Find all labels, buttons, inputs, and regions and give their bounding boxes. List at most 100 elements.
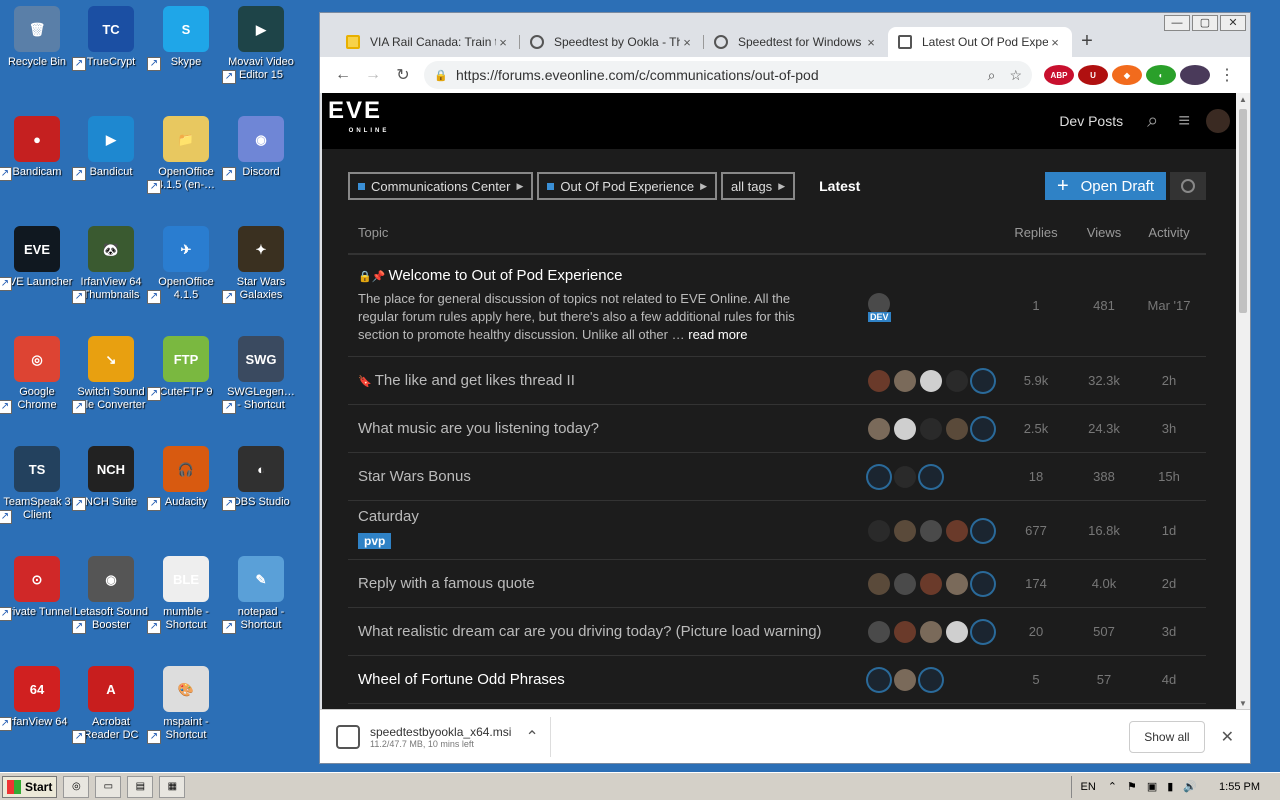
battery-tray-icon[interactable]: ▮ bbox=[1167, 780, 1173, 793]
adblock-plus-icon[interactable]: ABP bbox=[1044, 65, 1074, 85]
desktop-icon[interactable]: ↗ A Acrobat Reader DC bbox=[72, 666, 148, 744]
poster-avatar[interactable] bbox=[946, 520, 968, 542]
maximize-button[interactable]: ▢ bbox=[1192, 15, 1218, 31]
show-all-button[interactable]: Show all bbox=[1129, 720, 1205, 753]
zoom-icon[interactable]: ⌕ bbox=[988, 67, 996, 84]
desktop-icon[interactable]: ↗ 64 IrfanView 64 bbox=[0, 666, 74, 731]
poster-avatar[interactable] bbox=[894, 466, 916, 488]
breadcrumb-communications-center[interactable]: Communications Center ▶ bbox=[348, 172, 534, 200]
tray-expand-icon[interactable]: ⌃ bbox=[1108, 780, 1117, 793]
desktop-icon[interactable]: ↗ ✈ OpenOffice 4.1.5 bbox=[147, 226, 223, 304]
topic-activity[interactable]: 2h bbox=[1134, 373, 1204, 388]
tab-speedtest-ookla[interactable]: Speedtest by Ookla - The × bbox=[520, 27, 704, 57]
col-topic[interactable]: Topic bbox=[358, 225, 388, 240]
chrome-quicklaunch-icon[interactable]: ◎ bbox=[63, 775, 90, 798]
poster-avatar[interactable] bbox=[868, 520, 890, 542]
address-bar[interactable]: 🔒 https://forums.eveonline.com/c/communi… bbox=[424, 61, 1032, 89]
poster-avatar[interactable] bbox=[920, 370, 942, 392]
tab-close-icon[interactable]: × bbox=[1048, 35, 1062, 50]
url-text[interactable]: https://forums.eveonline.com/c/communica… bbox=[456, 67, 974, 83]
desktop-icon[interactable]: ↗ ◉ Letasoft Sound Booster bbox=[72, 556, 148, 634]
tab-close-icon[interactable]: × bbox=[680, 35, 694, 50]
start-button[interactable]: Start bbox=[2, 775, 58, 798]
topic-title-link[interactable]: What music are you listening today? bbox=[358, 420, 599, 437]
dev-posts-link[interactable]: Dev Posts bbox=[1059, 113, 1123, 129]
eve-online-logo[interactable]: EVE ONLINE bbox=[328, 99, 410, 141]
poster-avatar[interactable] bbox=[868, 466, 890, 488]
forward-icon[interactable]: → bbox=[358, 66, 388, 84]
desktop-icon[interactable]: ↗ ◉ Discord bbox=[222, 116, 298, 181]
desktop-icon[interactable]: ↗ 🎨 mspaint - Shortcut bbox=[147, 666, 223, 744]
desktop-icon[interactable]: ↗ ✦ Star Wars Galaxies bbox=[222, 226, 298, 304]
download-item[interactable]: speedtestbyookla_x64.msi 11.2/47.7 MB, 1… bbox=[336, 716, 551, 757]
poster-avatar[interactable] bbox=[920, 520, 942, 542]
col-views[interactable]: Views bbox=[1069, 225, 1139, 240]
topic-title-link[interactable]: What realistic dream car are you driving… bbox=[358, 623, 822, 640]
poster-avatar[interactable] bbox=[894, 669, 916, 691]
topic-activity[interactable]: 2d bbox=[1134, 576, 1204, 591]
poster-avatar[interactable] bbox=[868, 370, 890, 392]
poster-avatar[interactable] bbox=[972, 520, 994, 542]
topic-activity[interactable]: 4d bbox=[1134, 672, 1204, 687]
desktop-icon[interactable]: ↗ BLE mumble - Shortcut bbox=[147, 556, 223, 634]
tab-out-of-pod[interactable]: Latest Out Of Pod Experie × bbox=[888, 27, 1072, 57]
bookmark-star-icon[interactable]: ☆ bbox=[1009, 67, 1022, 84]
minimize-button[interactable]: — bbox=[1164, 15, 1190, 31]
back-icon[interactable]: ← bbox=[328, 66, 358, 84]
tab-close-icon[interactable]: × bbox=[864, 35, 878, 50]
search-icon[interactable]: ⌕ bbox=[1147, 110, 1158, 133]
col-activity[interactable]: Activity bbox=[1134, 225, 1204, 240]
topic-tag[interactable]: pvp bbox=[358, 533, 392, 549]
desktop-icon[interactable]: ↗ ◎ Google Chrome bbox=[0, 336, 74, 414]
topic-row[interactable]: What music are you listening today? 2.5k 2… bbox=[348, 405, 1206, 453]
scroll-up-icon[interactable]: ▲ bbox=[1236, 93, 1250, 107]
desktop-icon[interactable]: ↗ 📁 OpenOffice 4.1.5 (en-… bbox=[147, 116, 223, 194]
scroll-thumb[interactable] bbox=[1239, 109, 1247, 313]
desktop-icon[interactable]: ↗ EVE EVE Launcher bbox=[0, 226, 74, 291]
topic-title-link[interactable]: 🔒📌 Welcome to Out of Pod Experience bbox=[358, 267, 622, 284]
desktop-icon[interactable]: ↗ SWG SWGLegen… - Shortcut bbox=[222, 336, 298, 414]
desktop-icon[interactable]: ↗ TC TrueCrypt bbox=[72, 6, 148, 71]
poster-avatar[interactable] bbox=[894, 418, 916, 440]
topic-activity[interactable]: 1d bbox=[1134, 523, 1204, 538]
topic-activity[interactable]: 15h bbox=[1134, 469, 1204, 484]
extension-orange-icon[interactable]: ◆ bbox=[1112, 65, 1142, 85]
reload-icon[interactable]: ↻ bbox=[388, 65, 418, 85]
col-replies[interactable]: Replies bbox=[1001, 225, 1071, 240]
desktop-icon[interactable]: ↗ ↘ Switch Sound File Converter bbox=[72, 336, 148, 414]
topic-row[interactable]: What realistic dream car are you driving… bbox=[348, 608, 1206, 656]
breadcrumb-all-tags[interactable]: all tags ▶ bbox=[720, 172, 796, 200]
chevron-up-icon[interactable]: ⌃ bbox=[525, 727, 538, 747]
desktop-icon[interactable]: ↗ TS TeamSpeak 3 Client bbox=[0, 446, 74, 524]
topic-row[interactable]: Wheel of Fortune Odd Phrases 5 57 4d bbox=[348, 656, 1206, 704]
poster-avatar[interactable] bbox=[920, 573, 942, 595]
poster-avatar[interactable] bbox=[894, 520, 916, 542]
browser-menu-icon[interactable]: ⋮ bbox=[1212, 65, 1242, 85]
hamburger-menu-icon[interactable]: ≡ bbox=[1178, 110, 1190, 133]
poster-avatar[interactable] bbox=[972, 621, 994, 643]
ublock-icon[interactable]: U bbox=[1078, 65, 1108, 85]
read-more-link[interactable]: read more bbox=[688, 327, 747, 342]
poster-avatar[interactable] bbox=[946, 418, 968, 440]
topic-title-link[interactable]: Caturday bbox=[358, 508, 419, 525]
topic-row[interactable]: 🔖 The like and get likes thread II 5.9k 32… bbox=[348, 357, 1206, 405]
poster-avatar[interactable] bbox=[894, 573, 916, 595]
poster-avatar[interactable] bbox=[972, 418, 994, 440]
poster-avatar[interactable] bbox=[868, 418, 890, 440]
poster-avatar[interactable] bbox=[972, 573, 994, 595]
desktop-icon[interactable]: ↗ ▶ Movavi Video Editor 15 bbox=[222, 6, 298, 84]
desktop-icon[interactable]: ↗ ✎ notepad - Shortcut bbox=[222, 556, 298, 634]
poster-avatar[interactable] bbox=[894, 370, 916, 392]
profile-avatar-icon[interactable] bbox=[1180, 65, 1210, 85]
language-indicator[interactable]: EN bbox=[1080, 781, 1095, 793]
poster-avatar[interactable] bbox=[920, 669, 942, 691]
tab-speedtest-windows[interactable]: Speedtest for Windows - × bbox=[704, 27, 888, 57]
desktop-icon[interactable]: ↗ ⊙ Private Tunnel bbox=[0, 556, 74, 621]
topic-activity[interactable]: 3d bbox=[1134, 624, 1204, 639]
poster-avatar[interactable] bbox=[920, 621, 942, 643]
extension-green-icon[interactable]: ◐ bbox=[1146, 65, 1176, 85]
topic-title-link[interactable]: 🔖 The like and get likes thread II bbox=[358, 372, 575, 389]
explorer-quicklaunch-icon[interactable]: ▭ bbox=[95, 775, 122, 798]
topic-title-link[interactable]: Star Wars Bonus bbox=[358, 468, 471, 485]
topic-row[interactable]: Caturday pvp 677 16.8k 1d bbox=[348, 501, 1206, 560]
